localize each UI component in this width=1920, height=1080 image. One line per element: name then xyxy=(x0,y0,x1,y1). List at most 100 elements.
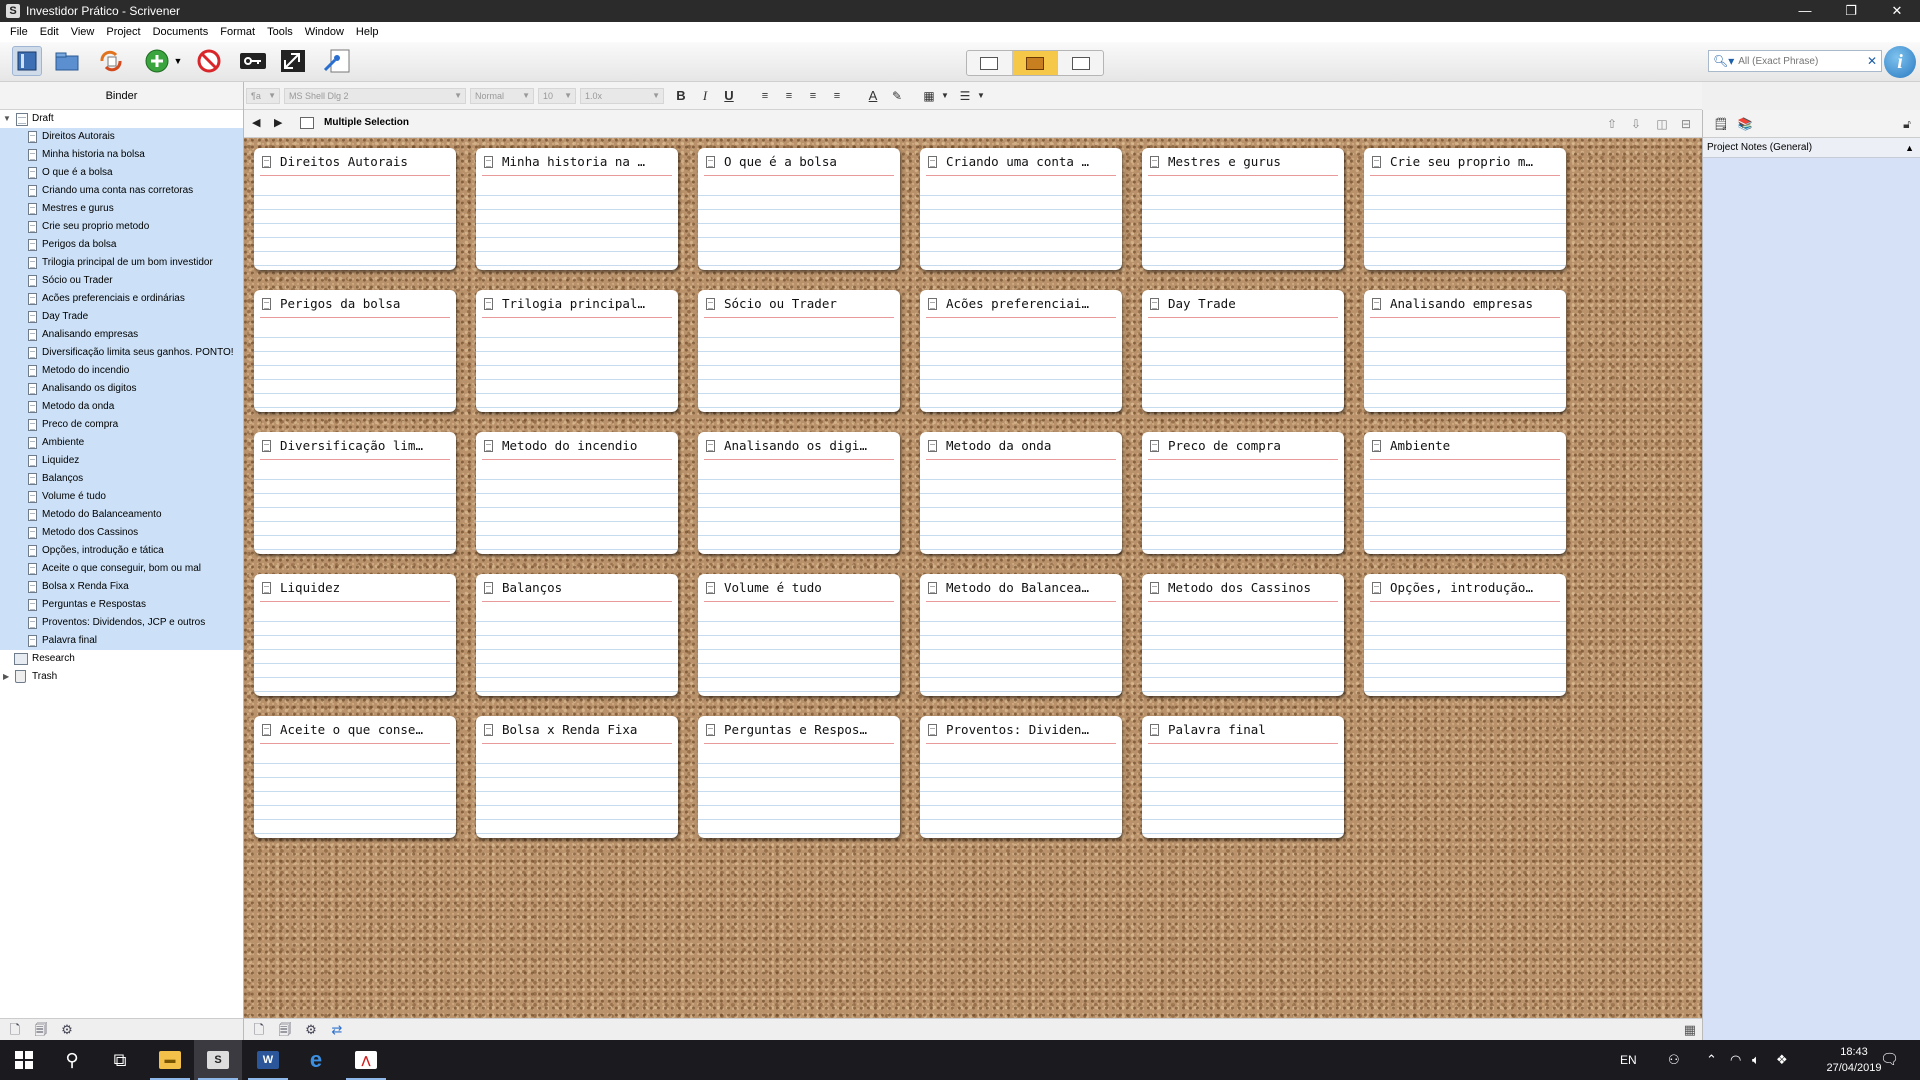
index-card-title[interactable]: Proventos: Dividen… xyxy=(946,722,1116,737)
add-document-button[interactable] xyxy=(142,46,172,76)
binder-toggle-button[interactable] xyxy=(12,46,42,76)
scrivener-taskbar-button[interactable]: S xyxy=(194,1040,242,1080)
notifications-icon[interactable]: 🗨︎ xyxy=(1880,1050,1899,1068)
index-card[interactable]: Acões preferenciai… xyxy=(920,290,1122,412)
inspector-toggle-button[interactable]: i xyxy=(1884,46,1916,78)
file-explorer-button[interactable]: ▬ xyxy=(146,1040,194,1080)
index-card[interactable]: Mestres e gurus xyxy=(1142,148,1344,270)
menu-file[interactable]: File xyxy=(4,26,34,38)
highlight-button[interactable]: ✎ xyxy=(888,88,906,104)
index-card[interactable]: Sócio ou Trader xyxy=(698,290,900,412)
back-button[interactable]: ◀ xyxy=(252,116,260,129)
table-dropdown[interactable]: ▼ xyxy=(936,88,954,104)
binder-item[interactable]: Mestres e gurus xyxy=(0,200,243,218)
menu-tools[interactable]: Tools xyxy=(261,26,299,38)
new-document-icon[interactable]: 🗋 xyxy=(6,1022,24,1038)
justify-button[interactable]: ≡ xyxy=(828,88,846,104)
italic-button[interactable]: I xyxy=(696,88,714,104)
arrow-down-icon[interactable]: ⇩ xyxy=(1628,116,1644,132)
swap-icon[interactable]: ⇄ xyxy=(328,1022,346,1038)
index-card-title[interactable]: Minha historia na … xyxy=(502,154,672,169)
index-card[interactable]: Perguntas e Respos… xyxy=(698,716,900,838)
index-card[interactable]: Day Trade xyxy=(1142,290,1344,412)
menu-edit[interactable]: Edit xyxy=(34,26,65,38)
corkboard-options-icon[interactable]: ▦ xyxy=(1684,1022,1696,1038)
project-notes-header[interactable]: Project Notes (General) ▲ xyxy=(1702,138,1920,158)
binder-item[interactable]: Minha historia na bolsa xyxy=(0,146,243,164)
notes-tab-icon[interactable]: 🗒 xyxy=(1713,116,1729,132)
chevron-updown-icon[interactable]: ▲ xyxy=(1905,138,1914,158)
binder-item[interactable]: Trilogia principal de um bom investidor xyxy=(0,254,243,272)
gear-icon[interactable]: ⚙ xyxy=(302,1022,320,1038)
binder-item[interactable]: Metodo da onda xyxy=(0,398,243,416)
restore-button[interactable]: ❐ xyxy=(1828,0,1874,22)
keywords-button[interactable] xyxy=(238,46,268,76)
binder-item[interactable]: Aceite o que conseguir, bom ou mal xyxy=(0,560,243,578)
index-card[interactable]: Metodo do incendio xyxy=(476,432,678,554)
search-icon[interactable]: 🔍︎▾ xyxy=(1713,54,1734,68)
index-card[interactable]: Direitos Autorais xyxy=(254,148,456,270)
index-card-title[interactable]: Perigos da bolsa xyxy=(280,296,450,311)
index-card-title[interactable]: Liquidez xyxy=(280,580,450,595)
binder-item[interactable]: Analisando empresas xyxy=(0,326,243,344)
binder-item[interactable]: Sócio ou Trader xyxy=(0,272,243,290)
index-card[interactable]: Trilogia principal… xyxy=(476,290,678,412)
sync-button[interactable] xyxy=(96,46,126,76)
index-card-title[interactable]: Acões preferenciai… xyxy=(946,296,1116,311)
index-card-title[interactable]: Metodo do Balancea… xyxy=(946,580,1116,595)
index-card[interactable]: Crie seu proprio m… xyxy=(1364,148,1566,270)
binder-item[interactable]: Perigos da bolsa xyxy=(0,236,243,254)
binder-item[interactable]: Bolsa x Renda Fixa xyxy=(0,578,243,596)
expand-arrow-icon[interactable]: ▼ xyxy=(3,110,11,128)
fullscreen-button[interactable] xyxy=(278,46,308,76)
binder-item[interactable]: Ambiente xyxy=(0,434,243,452)
new-folder-icon[interactable]: 🗐 xyxy=(276,1022,294,1038)
index-card[interactable]: Metodo do Balancea… xyxy=(920,574,1122,696)
binder-item[interactable]: Preco de compra xyxy=(0,416,243,434)
index-card[interactable]: Analisando os digi… xyxy=(698,432,900,554)
binder-item[interactable]: Liquidez xyxy=(0,452,243,470)
index-card[interactable]: Volume é tudo xyxy=(698,574,900,696)
lock-icon[interactable]: 🔓︎ xyxy=(1899,116,1915,132)
index-card-title[interactable]: Volume é tudo xyxy=(724,580,894,595)
binder-item[interactable]: Crie seu proprio metodo xyxy=(0,218,243,236)
forward-button[interactable]: ▶ xyxy=(274,116,282,129)
index-card[interactable]: Minha historia na … xyxy=(476,148,678,270)
dropbox-icon[interactable]: ❖ xyxy=(1776,1040,1788,1080)
index-card-title[interactable]: Metodo dos Cassinos xyxy=(1168,580,1338,595)
font-size-select[interactable]: 10 ▼ xyxy=(538,88,576,104)
gear-icon[interactable]: ⚙ xyxy=(58,1022,76,1038)
binder-item[interactable]: Diversificação limita seus ganhos. PONTO… xyxy=(0,344,243,362)
taskbar-search-button[interactable]: ⚲ xyxy=(48,1040,96,1080)
binder-item[interactable]: Criando uma conta nas corretoras xyxy=(0,182,243,200)
scrivenings-view-button[interactable] xyxy=(967,51,1013,75)
start-button[interactable] xyxy=(0,1040,48,1080)
network-icon[interactable]: ◠ xyxy=(1730,1040,1741,1080)
arrow-up-icon[interactable]: ⇧ xyxy=(1604,116,1620,132)
index-card-title[interactable]: Aceite o que conse… xyxy=(280,722,450,737)
binder-item[interactable]: Opções, introdução e tática xyxy=(0,542,243,560)
volume-icon[interactable]: 🔈︎ xyxy=(1752,1040,1760,1080)
outliner-view-button[interactable] xyxy=(1058,51,1103,75)
index-card-title[interactable]: Ambiente xyxy=(1390,438,1560,453)
index-card-title[interactable]: Palavra final xyxy=(1168,722,1338,737)
minimize-button[interactable]: — xyxy=(1782,0,1828,22)
input-language-indicator[interactable]: EN xyxy=(1620,1040,1637,1080)
search-input[interactable] xyxy=(1738,55,1859,67)
align-left-button[interactable]: ≡ xyxy=(756,88,774,104)
index-card-title[interactable]: Direitos Autorais xyxy=(280,154,450,169)
binder-item[interactable]: Direitos Autorais xyxy=(0,128,243,146)
menu-window[interactable]: Window xyxy=(299,26,350,38)
index-card[interactable]: Diversificação lim… xyxy=(254,432,456,554)
index-card[interactable]: Metodo da onda xyxy=(920,432,1122,554)
binder-item[interactable]: Perguntas e Respostas xyxy=(0,596,243,614)
index-card-title[interactable]: Perguntas e Respos… xyxy=(724,722,894,737)
bookmarks-tab-icon[interactable]: 📚 xyxy=(1737,116,1753,132)
word-taskbar-button[interactable]: W xyxy=(244,1040,292,1080)
binder-draft-folder[interactable]: ▼ Draft xyxy=(0,110,243,128)
index-card[interactable]: Palavra final xyxy=(1142,716,1344,838)
binder-item[interactable]: Analisando os digitos xyxy=(0,380,243,398)
index-card-title[interactable]: Analisando empresas xyxy=(1390,296,1560,311)
chevron-up-icon[interactable]: ⌃ xyxy=(1706,1040,1717,1080)
index-card-title[interactable]: Trilogia principal… xyxy=(502,296,672,311)
